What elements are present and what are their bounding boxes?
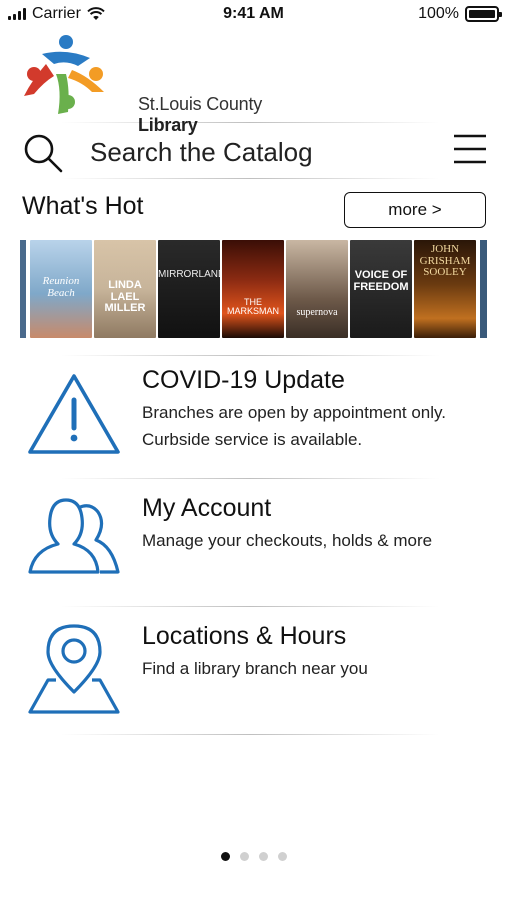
book-cover-title: THE MARKSMAN [226, 297, 279, 317]
book-cover-title: supernova [296, 307, 338, 318]
warning-icon [28, 374, 120, 454]
logo-text-regular: St.Louis County [138, 94, 263, 114]
battery-percent: 100% [418, 5, 459, 22]
feature-description: Manage your checkouts, holds & more [142, 527, 432, 554]
feature-description-line: Curbside service is available. [142, 430, 363, 449]
library-logo[interactable]: St.Louis County Library [22, 30, 322, 135]
users-icon [28, 498, 120, 574]
battery-icon [465, 6, 502, 22]
page-dot[interactable] [220, 852, 230, 861]
divider [60, 122, 440, 123]
search-bar [20, 128, 490, 176]
book-cover-title: LINDA LAEL MILLER [104, 279, 146, 315]
book-cover-partial[interactable] [20, 240, 26, 338]
feature-description-line: Manage your checkouts, holds & more [142, 531, 433, 550]
status-bar: Carrier 9:41 AM 100% [0, 0, 507, 30]
hamburger-menu-icon[interactable] [452, 132, 488, 166]
covid-update-item[interactable]: COVID-19 Update Branches are open by app… [20, 366, 490, 476]
divider [60, 734, 440, 735]
search-input[interactable] [90, 132, 420, 172]
book-cover-partial[interactable] [480, 240, 487, 338]
page-dot[interactable] [239, 852, 249, 861]
divider [60, 178, 440, 179]
book-carousel[interactable]: Reunion Beach LINDA LAEL MILLER MIRRORLA… [20, 240, 487, 338]
book-cover-title: JOHN GRISHAM SOOLEY [419, 243, 471, 279]
book-cover[interactable]: VOICE OF FREEDOM [350, 240, 412, 338]
locations-hours-item[interactable]: Locations & Hours Find a library branch … [20, 622, 490, 732]
feature-description-line: Branches are open by appointment only. [142, 403, 446, 422]
feature-title: My Account [142, 494, 272, 522]
status-right: 100% [418, 5, 502, 23]
page-dot[interactable] [258, 852, 268, 861]
book-cover-title: VOICE OF FREEDOM [353, 269, 409, 293]
book-cover[interactable]: THE MARKSMAN [222, 240, 284, 338]
location-pin-icon [28, 624, 120, 714]
battery-fill [469, 10, 495, 18]
more-button[interactable]: more > [344, 192, 486, 228]
divider [60, 606, 440, 607]
divider [60, 478, 440, 479]
page-indicator[interactable] [0, 852, 507, 861]
page-dot[interactable] [277, 852, 287, 861]
feature-title: Locations & Hours [142, 622, 347, 650]
feature-description: Find a library branch near you [142, 655, 368, 682]
search-icon[interactable] [22, 132, 66, 176]
book-cover-title: Reunion Beach [42, 275, 80, 299]
book-cover[interactable]: Reunion Beach [30, 240, 92, 338]
divider [60, 355, 440, 356]
whats-hot-title: What's Hot [22, 192, 144, 220]
book-cover-title: MIRRORLAND [158, 269, 220, 280]
book-cover[interactable]: JOHN GRISHAM SOOLEY [414, 240, 476, 338]
logo-figures-icon [24, 35, 104, 114]
feature-description: Branches are open by appointment only. C… [142, 399, 446, 453]
my-account-item[interactable]: My Account Manage your checkouts, holds … [20, 494, 490, 604]
feature-title: COVID-19 Update [142, 366, 345, 394]
book-cover[interactable]: MIRRORLAND [158, 240, 220, 338]
book-cover[interactable]: LINDA LAEL MILLER [94, 240, 156, 338]
feature-description-line: Find a library branch near you [142, 659, 368, 678]
book-cover[interactable]: supernova [286, 240, 348, 338]
